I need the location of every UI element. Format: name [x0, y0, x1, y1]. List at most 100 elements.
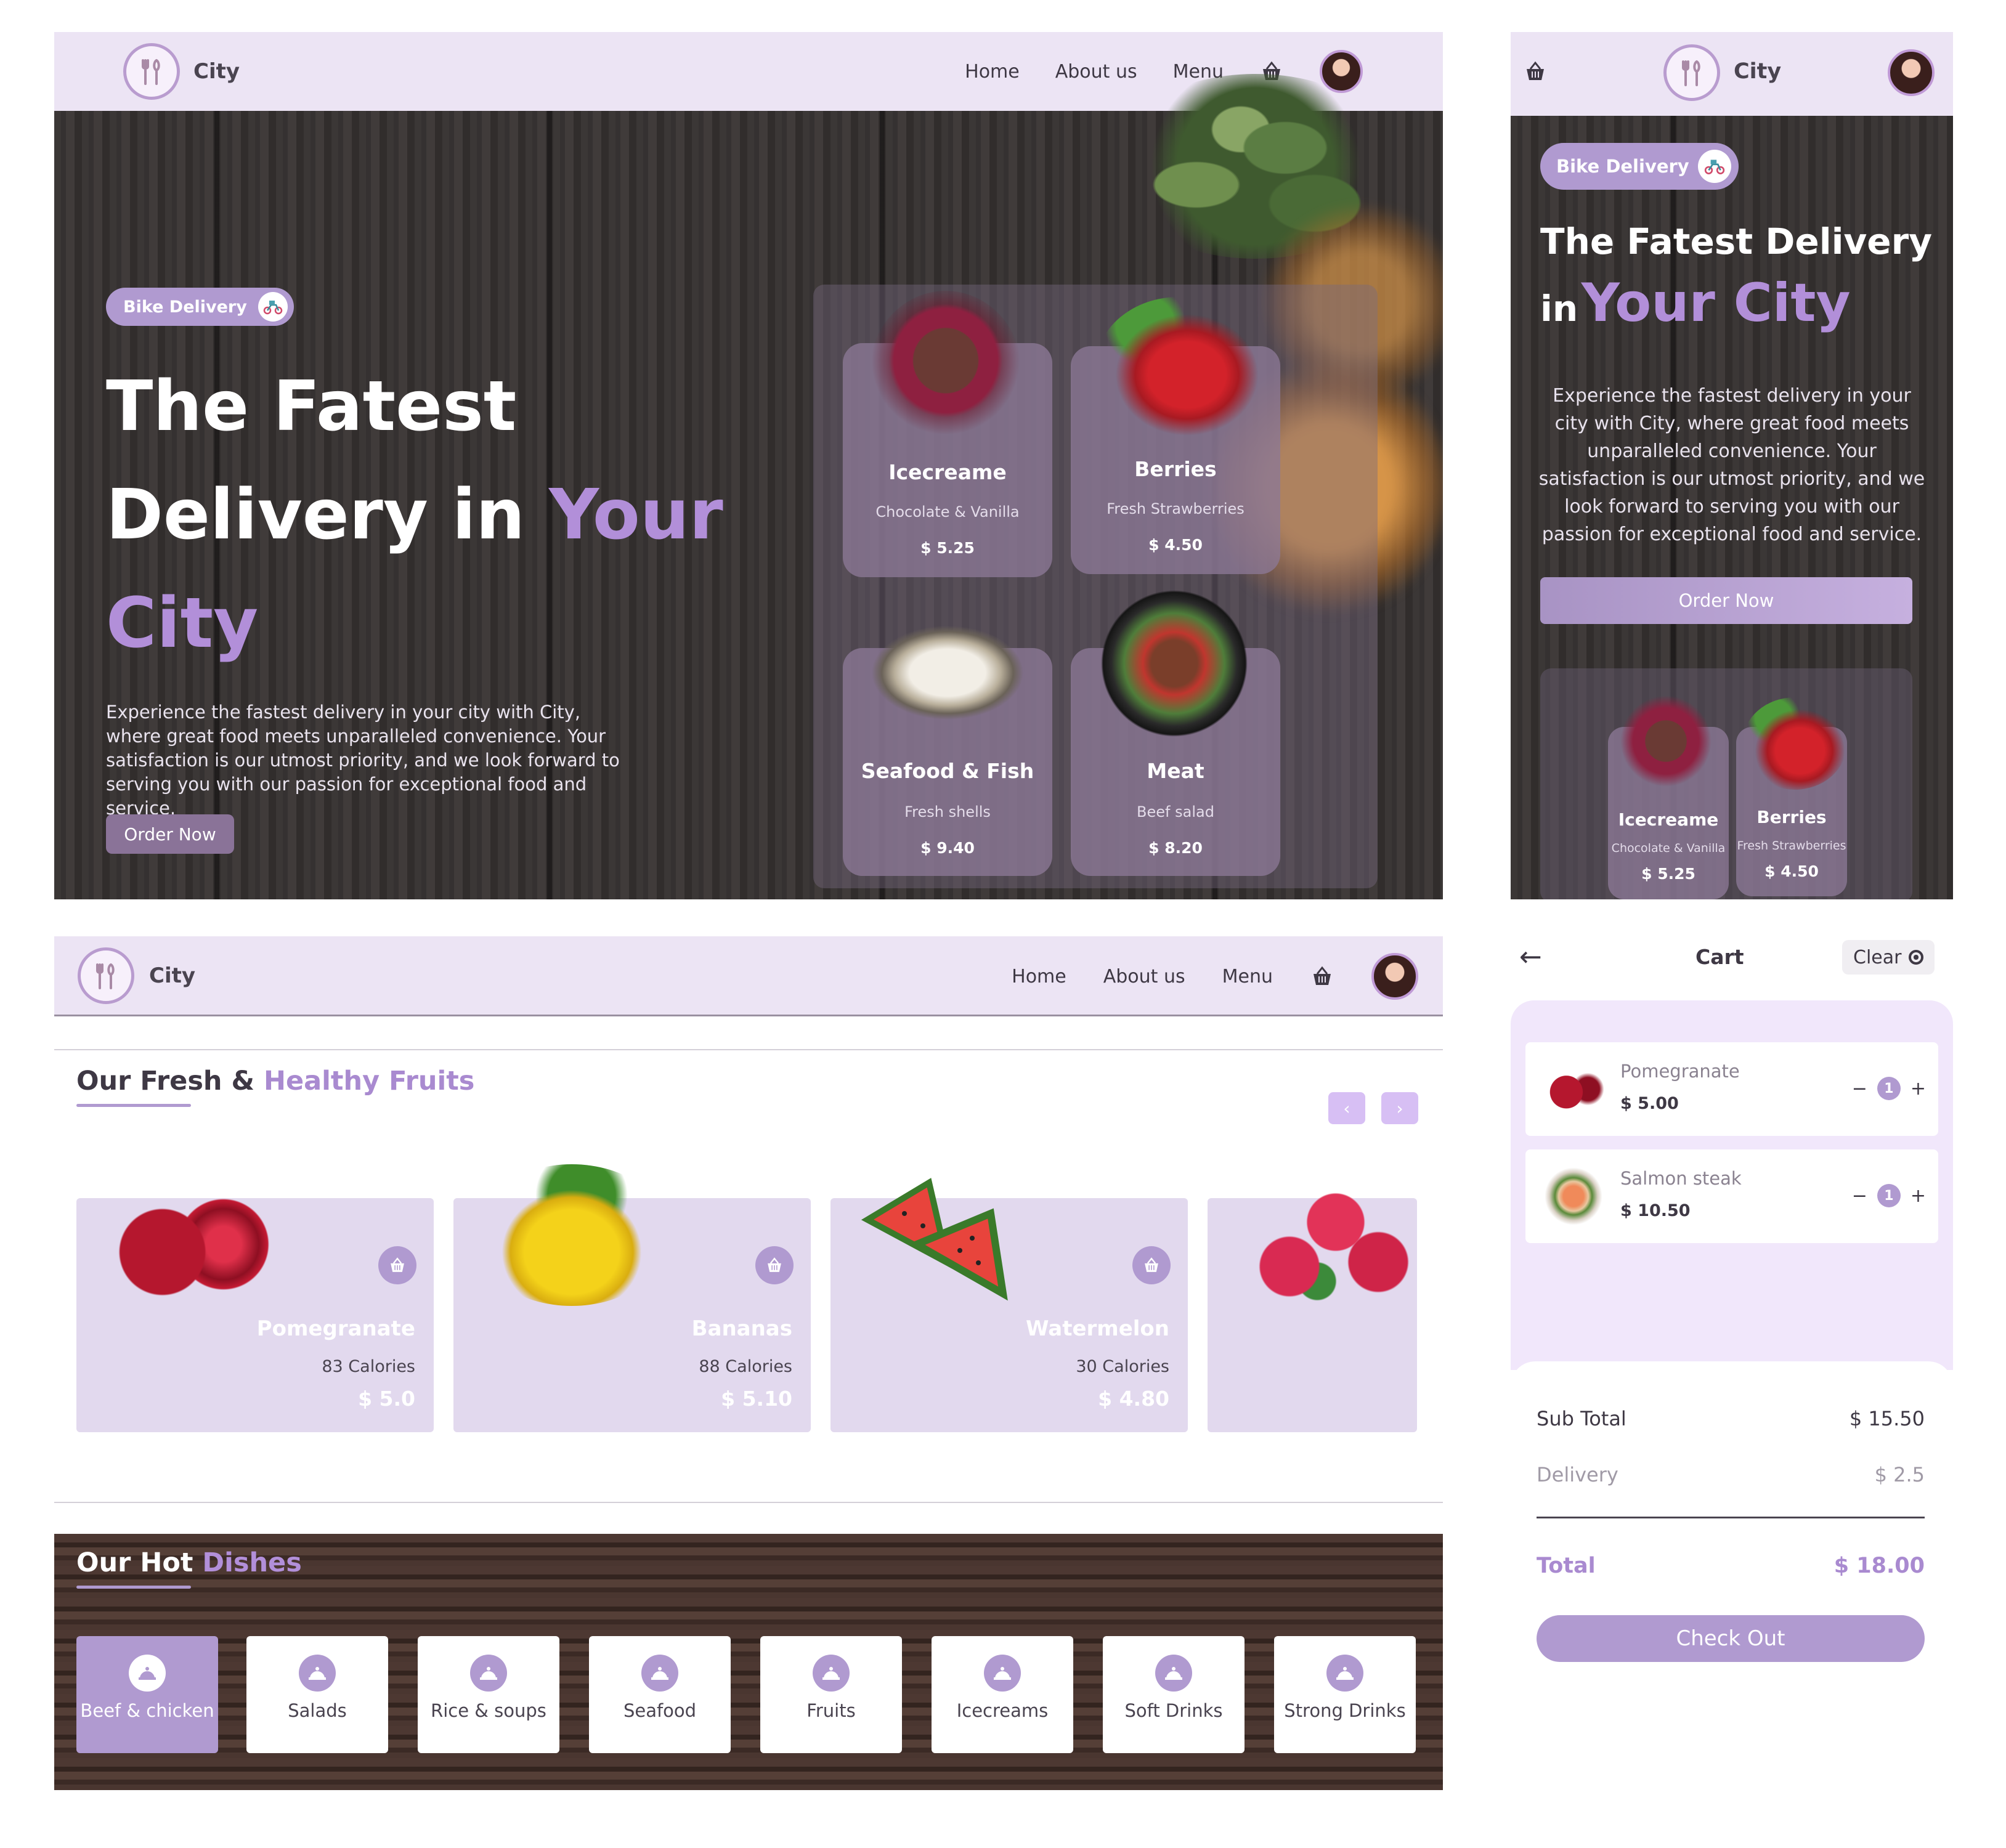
- brand-name[interactable]: City: [193, 59, 240, 84]
- hero-title-line2: Delivery in: [106, 475, 526, 555]
- nav-home-link[interactable]: Home: [1012, 966, 1066, 987]
- fruit-price: $ 5.10: [721, 1387, 792, 1411]
- hero-title-city: City: [106, 583, 259, 663]
- category-label: Strong Drinks: [1284, 1700, 1406, 1721]
- dishes-section-title: Our Hot Dishes: [76, 1547, 302, 1578]
- category-soft-drinks[interactable]: Soft Drinks: [1103, 1636, 1245, 1753]
- cloche-icon: [129, 1655, 166, 1692]
- add-to-cart-basket-icon[interactable]: [378, 1246, 416, 1284]
- hot-dishes-section: Our Hot Dishes Beef & chicken Salads Ric…: [54, 1534, 1443, 1790]
- checkout-button[interactable]: Check Out: [1537, 1615, 1925, 1662]
- title-accent: Healthy Fruits: [264, 1066, 475, 1096]
- category-strong-drinks[interactable]: Strong Drinks: [1274, 1636, 1416, 1753]
- oysters-image: [858, 617, 1037, 728]
- pomegranate-image: [97, 1167, 301, 1321]
- increase-button[interactable]: +: [1911, 1185, 1926, 1207]
- bananas-image: [473, 1164, 670, 1306]
- fruit-price: $ 4.80: [1098, 1387, 1169, 1411]
- delivery-row: Delivery $ 2.5: [1537, 1463, 1925, 1486]
- add-to-cart-basket-icon[interactable]: [1132, 1246, 1171, 1284]
- category-label: Salads: [288, 1700, 347, 1721]
- fruit-name: Pomegranate: [256, 1316, 415, 1341]
- fruit-price: $ 5.0: [358, 1387, 415, 1411]
- user-avatar[interactable]: [1888, 49, 1935, 96]
- hero-description: Experience the fastest delivery in your …: [1538, 385, 1925, 545]
- cart-item-name: Salmon steak: [1620, 1168, 1742, 1189]
- decrease-button[interactable]: −: [1852, 1185, 1867, 1207]
- hero-title-line1: The Fatest: [106, 367, 517, 447]
- cart-item-name: Pomegranate: [1620, 1061, 1740, 1082]
- logo-icon[interactable]: [78, 947, 134, 1004]
- nav-about-link[interactable]: About us: [1103, 966, 1185, 987]
- basket-icon[interactable]: [1523, 60, 1548, 83]
- hero-title-accent: Your City: [1581, 272, 1851, 334]
- increase-button[interactable]: +: [1911, 1078, 1926, 1100]
- back-arrow-icon[interactable]: ←: [1519, 941, 1542, 973]
- top-navbar: City Home About us Menu: [54, 936, 1443, 1016]
- basket-icon[interactable]: [1310, 965, 1334, 987]
- card-price: $ 5.25: [1641, 865, 1695, 883]
- cloche-icon: [641, 1655, 678, 1692]
- bike-icon: [258, 292, 288, 322]
- total-value: $ 18.00: [1833, 1554, 1925, 1578]
- quantity-value: 1: [1877, 1077, 1901, 1100]
- nav-home-link[interactable]: Home: [965, 61, 1020, 83]
- order-now-button[interactable]: Order Now: [106, 814, 234, 854]
- summary-panel: [1511, 1361, 1953, 1386]
- category-fruits[interactable]: Fruits: [760, 1636, 902, 1753]
- decrease-button[interactable]: −: [1852, 1078, 1867, 1100]
- prev-arrow-button[interactable]: ‹: [1328, 1092, 1365, 1124]
- mobile-navbar: City: [1511, 32, 1953, 116]
- order-now-button[interactable]: Order Now: [1540, 577, 1912, 624]
- category-icecreams[interactable]: Icecreams: [932, 1636, 1073, 1753]
- category-label: Beef & chicken: [80, 1700, 214, 1721]
- bike-delivery-badge: Bike Delivery: [1540, 143, 1739, 190]
- card-sub: Fresh Strawberries: [1737, 839, 1846, 853]
- category-beef-chicken[interactable]: Beef & chicken: [76, 1636, 218, 1753]
- card-name: Icecreame: [888, 460, 1007, 484]
- category-label: Fruits: [806, 1700, 856, 1721]
- user-avatar[interactable]: [1371, 953, 1418, 1000]
- category-seafood[interactable]: Seafood: [589, 1636, 731, 1753]
- cloche-icon: [1155, 1655, 1192, 1692]
- category-salads[interactable]: Salads: [246, 1636, 388, 1753]
- fruits-section-title: Our Fresh & Healthy Fruits: [76, 1066, 474, 1096]
- nav-menu-link[interactable]: Menu: [1222, 966, 1273, 987]
- strawberries-image: [1095, 297, 1262, 439]
- brand-name[interactable]: City: [149, 963, 195, 988]
- cart-item-price: $ 10.50: [1620, 1201, 1691, 1220]
- divider: [54, 1502, 1443, 1503]
- title-accent: Dishes: [202, 1547, 302, 1578]
- clear-cart-button[interactable]: Clear: [1842, 940, 1935, 975]
- fruit-calories: 30 Calories: [1076, 1357, 1169, 1376]
- logo-icon[interactable]: [123, 43, 180, 100]
- card-sub: Chocolate & Vanilla: [1611, 841, 1726, 855]
- next-arrow-button[interactable]: ›: [1381, 1092, 1418, 1124]
- salmon-thumb: [1538, 1167, 1609, 1226]
- desktop-hero-screen: City Home About us Menu Bike Delivery Th…: [54, 32, 1443, 899]
- title-part: Our Fresh &: [76, 1066, 255, 1096]
- clear-icon: [1909, 950, 1924, 965]
- card-price: $ 9.40: [920, 839, 975, 857]
- brand-name[interactable]: City: [1734, 59, 1781, 84]
- delivery-value: $ 2.5: [1874, 1463, 1925, 1486]
- card-price: $ 4.50: [1148, 536, 1203, 554]
- nav-about-link[interactable]: About us: [1055, 61, 1137, 83]
- watermelon-image: [855, 1170, 1015, 1312]
- category-label: Rice & soups: [431, 1700, 546, 1721]
- card-price: $ 8.20: [1148, 839, 1203, 857]
- bike-delivery-badge: Bike Delivery: [106, 288, 294, 326]
- quantity-value: 1: [1877, 1184, 1901, 1207]
- add-to-cart-basket-icon[interactable]: [755, 1246, 794, 1284]
- logo-icon[interactable]: [1663, 44, 1720, 101]
- beef-salad-image: [1100, 590, 1248, 737]
- quantity-stepper: − 1 +: [1852, 1184, 1926, 1207]
- card-sub: Fresh Strawberries: [1107, 500, 1245, 517]
- cloche-icon: [1326, 1655, 1363, 1692]
- category-rice-soups[interactable]: Rice & soups: [418, 1636, 559, 1753]
- hero-description: Experience the fastest delivery in your …: [106, 702, 620, 819]
- fruit-calories: 83 Calories: [322, 1357, 415, 1376]
- card-name: Seafood & Fish: [861, 759, 1034, 783]
- hero-title-line1: The Fatest Delivery: [1540, 221, 1933, 262]
- card-sub: Beef salad: [1137, 803, 1214, 821]
